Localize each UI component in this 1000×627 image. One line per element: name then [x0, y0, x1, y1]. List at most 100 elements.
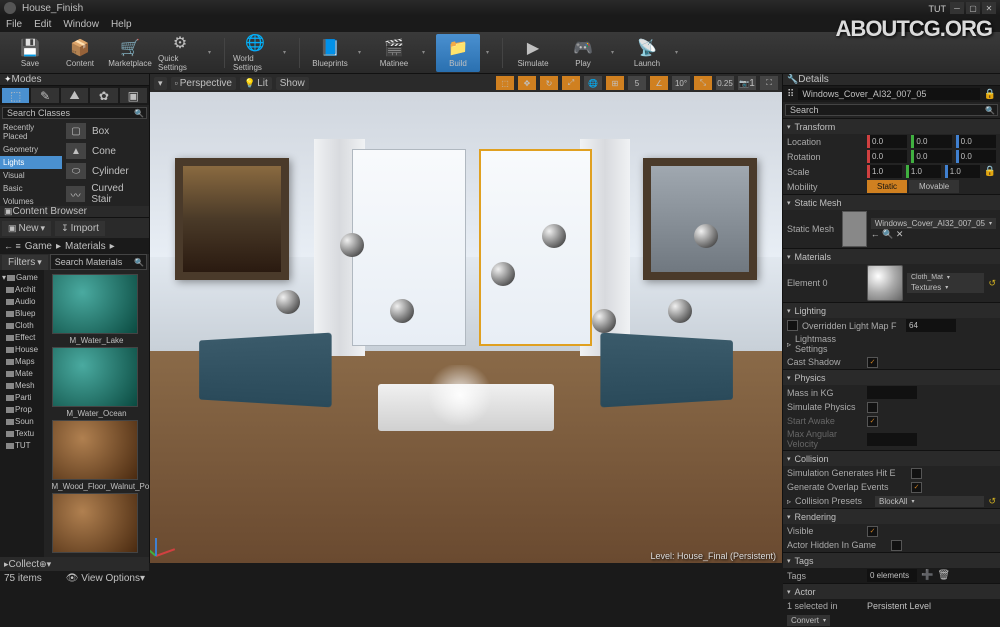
clear-tags-icon[interactable]: 🗑	[937, 570, 950, 581]
toolbar-blueprints-button[interactable]: 📘Blueprints	[308, 34, 352, 72]
section-rendering[interactable]: Rendering	[783, 509, 1000, 524]
vp-transform-move-icon[interactable]: ✥	[518, 76, 536, 90]
chevron-down-icon[interactable]: ▾	[358, 49, 366, 56]
tree-folder-tut[interactable]: TUT	[0, 440, 44, 452]
toolbar-world-settings-button[interactable]: 🌐World Settings	[233, 34, 277, 72]
angular-input[interactable]	[867, 433, 917, 446]
vp-transform-select-icon[interactable]: ⬚	[496, 76, 514, 90]
lightmap-input[interactable]: 64	[906, 319, 956, 332]
cb-breadcrumb[interactable]: ← ≡ Game ▸ Materials ▸	[0, 238, 149, 254]
cb-filters-button[interactable]: Filters▾	[2, 255, 48, 270]
mass-input[interactable]	[867, 386, 917, 399]
castshadow-checkbox[interactable]	[867, 357, 878, 368]
reset-icon[interactable]: ↺	[988, 496, 996, 507]
tree-folder-textu[interactable]: Textu	[0, 428, 44, 440]
vp-transform-rotate-icon[interactable]: ↻	[540, 76, 558, 90]
simphysics-checkbox[interactable]	[867, 402, 878, 413]
asset-thumb[interactable]: M_Wood_Floor_Walnut_Polished	[52, 420, 142, 491]
cb-search-input[interactable]: Search Materials	[50, 254, 147, 270]
content-browser-tab[interactable]: ▣ Content Browser	[0, 206, 149, 218]
maximize-button[interactable]: ▢	[966, 2, 980, 14]
convert-dropdown[interactable]: Convert	[787, 615, 830, 626]
tree-folder-soun[interactable]: Soun	[0, 416, 44, 428]
section-lighting[interactable]: Lighting	[783, 303, 1000, 318]
menu-help[interactable]: Help	[111, 19, 132, 30]
mode-geometry-icon[interactable]: ▣	[120, 88, 147, 103]
location-x-input[interactable]: 0.0	[867, 135, 907, 148]
vp-snap-scale-value[interactable]: 0.25	[716, 76, 734, 90]
location-y-input[interactable]: 0.0	[911, 135, 951, 148]
toolbar-save-button[interactable]: 💾Save	[8, 34, 52, 72]
toolbar-simulate-button[interactable]: ▶Simulate	[511, 34, 555, 72]
tree-folder-prop[interactable]: Prop	[0, 404, 44, 416]
details-tab[interactable]: 🔧 Details	[783, 74, 1000, 86]
vp-camera-speed[interactable]: 📷1	[738, 76, 756, 90]
toolbar-play-button[interactable]: 🎮Play	[561, 34, 605, 72]
tree-folder-cloth[interactable]: Cloth	[0, 320, 44, 332]
section-actor[interactable]: Actor	[783, 584, 1000, 599]
toolbar-launch-button[interactable]: 📡Launch	[625, 34, 669, 72]
vp-perspective-dropdown[interactable]: ▫ Perspective	[171, 77, 236, 90]
mode-place-icon[interactable]: ⬚	[2, 88, 29, 103]
vp-transform-scale-icon[interactable]: ⤢	[562, 76, 580, 90]
toolbar-content-button[interactable]: 📦Content	[58, 34, 102, 72]
tree-folder-effect[interactable]: Effect	[0, 332, 44, 344]
cb-import-button[interactable]: ↧ Import	[55, 221, 105, 236]
location-z-input[interactable]: 0.0	[956, 135, 996, 148]
rotation-x-input[interactable]: 0.0	[867, 150, 907, 163]
vp-maximize-icon[interactable]: ⛶	[760, 76, 778, 90]
section-materials[interactable]: Materials	[783, 249, 1000, 264]
staticmesh-thumb[interactable]	[842, 211, 867, 247]
tree-folder-house[interactable]: House	[0, 344, 44, 356]
tree-folder-archit[interactable]: Archit	[0, 284, 44, 296]
mode-category-geometry[interactable]: Geometry	[0, 143, 62, 156]
vp-lit-dropdown[interactable]: 💡 Lit	[240, 77, 272, 90]
modes-tab[interactable]: ✦ Modes	[0, 74, 149, 86]
mode-foliage-icon[interactable]: ✿	[90, 88, 117, 103]
mode-category-recently-placed[interactable]: Recently Placed	[0, 121, 62, 143]
overlap-checkbox[interactable]	[911, 482, 922, 493]
mode-category-visual[interactable]: Visual	[0, 169, 62, 182]
rotation-y-input[interactable]: 0.0	[911, 150, 951, 163]
actor-name-input[interactable]: Windows_Cover_AI32_007_05	[798, 88, 979, 100]
minimize-button[interactable]: ─	[950, 2, 964, 14]
add-tag-icon[interactable]: ➕	[921, 570, 933, 581]
override-checkbox[interactable]	[787, 320, 798, 331]
menu-window[interactable]: Window	[63, 19, 99, 30]
chevron-down-icon[interactable]: ▾	[486, 49, 494, 56]
vp-snap-scale-icon[interactable]: ⤡	[694, 76, 712, 90]
simhit-checkbox[interactable]	[911, 468, 922, 479]
asset-thumb[interactable]: M_Water_Lake	[52, 274, 142, 345]
mode-item-curved-stair[interactable]: 〰Curved Stair	[62, 181, 149, 207]
tree-root[interactable]: ▾Game	[0, 272, 44, 284]
chevron-down-icon[interactable]: ▾	[208, 49, 216, 56]
awake-checkbox[interactable]	[867, 416, 878, 427]
menu-edit[interactable]: Edit	[34, 19, 51, 30]
vp-snap-angle-icon[interactable]: ∠	[650, 76, 668, 90]
toolbar-matinee-button[interactable]: 🎬Matinee	[372, 34, 416, 72]
tree-folder-bluep[interactable]: Bluep	[0, 308, 44, 320]
chevron-down-icon[interactable]: ▾	[283, 49, 291, 56]
tree-folder-audio[interactable]: Audio	[0, 296, 44, 308]
section-static-mesh[interactable]: Static Mesh	[783, 195, 1000, 210]
cb-tree[interactable]: ▾GameArchitAudioBluepClothEffectHouseMap…	[0, 270, 44, 557]
lock-icon[interactable]: 🔒	[984, 89, 996, 100]
tree-folder-parti[interactable]: Parti	[0, 392, 44, 404]
details-search-input[interactable]: Search	[785, 104, 998, 116]
vp-snap-angle-value[interactable]: 10°	[672, 76, 690, 90]
vp-menu-icon[interactable]: ▾	[154, 77, 167, 90]
material-textures-dropdown[interactable]: Textures	[907, 282, 984, 293]
vp-show-dropdown[interactable]: Show	[276, 77, 309, 90]
section-tags[interactable]: Tags	[783, 553, 1000, 568]
mode-item-cone[interactable]: ▲Cone	[62, 141, 149, 161]
section-physics[interactable]: Physics	[783, 370, 1000, 385]
section-transform[interactable]: Transform	[783, 119, 1000, 134]
mobility-movable-button[interactable]: Movable	[909, 180, 959, 193]
vp-snap-grid-icon[interactable]: ⊞	[606, 76, 624, 90]
mode-paint-icon[interactable]: ✎	[31, 88, 58, 103]
cb-new-button[interactable]: ▣ New ▾	[2, 221, 51, 236]
scale-z-input[interactable]: 1.0	[945, 165, 980, 178]
mode-category-basic[interactable]: Basic	[0, 182, 62, 195]
toolbar-marketplace-button[interactable]: 🛒Marketplace	[108, 34, 152, 72]
material-thumb[interactable]	[867, 265, 903, 301]
